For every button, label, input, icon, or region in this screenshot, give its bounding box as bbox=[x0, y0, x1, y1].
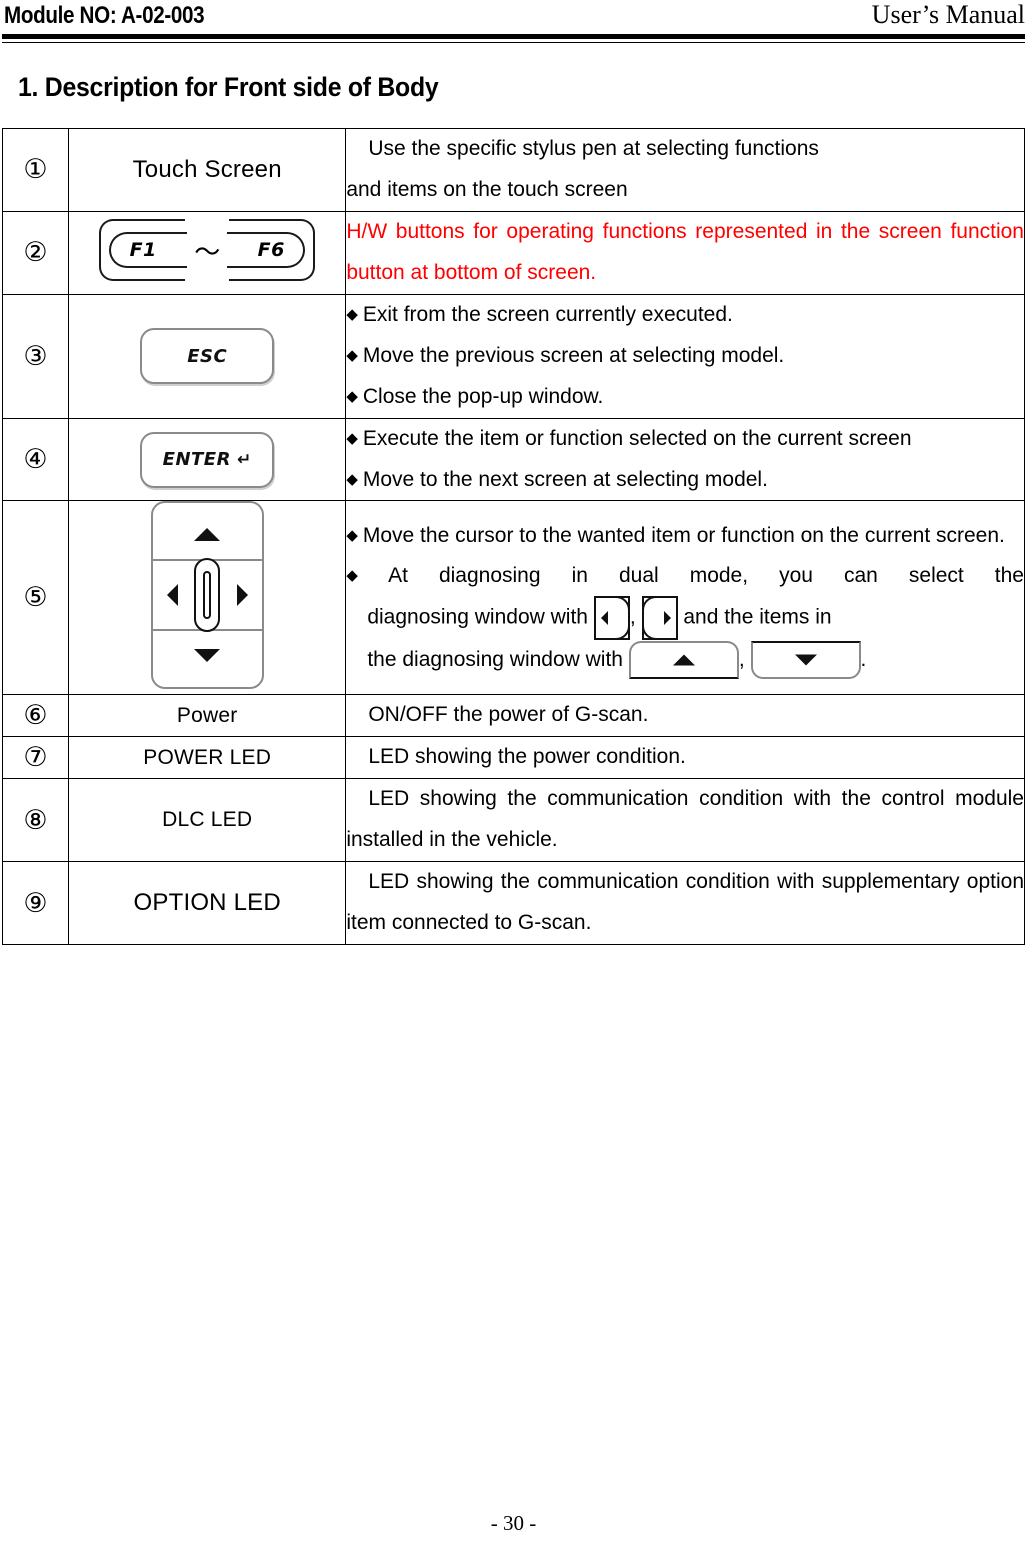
row-name: Power bbox=[68, 694, 347, 738]
desc-bullet: ◆ Move the cursor to the wanted item or f… bbox=[346, 524, 1005, 548]
esc-key-graphic: ESC bbox=[68, 293, 347, 419]
diamond-bullet-icon: ◆ bbox=[346, 429, 358, 447]
range-tilde: ～ bbox=[194, 237, 221, 268]
f6-key-icon: F6 bbox=[227, 219, 316, 282]
row-number: ⑤ bbox=[1, 500, 70, 696]
enter-key-graphic: ENTER ↵ bbox=[68, 417, 347, 502]
row-description: ◆ Move the cursor to the wanted item or f… bbox=[345, 500, 1025, 696]
desc-bullet: ◆ Exit from the screen currently executed… bbox=[346, 302, 733, 326]
enter-key-icon: ENTER ↵ bbox=[140, 431, 275, 488]
table-row: ⑨ OPTION LED LED showing the communicati… bbox=[1, 861, 1025, 946]
table-row: ① Touch Screen Use the specific stylus p… bbox=[1, 128, 1025, 212]
row-description: LED showing the communication condition … bbox=[345, 861, 1025, 946]
row-number: ① bbox=[1, 128, 70, 212]
page-number: - 30 - bbox=[490, 1511, 537, 1535]
left-arrow-button-icon bbox=[593, 595, 630, 640]
dpad-icon bbox=[150, 501, 264, 690]
row-name: DLC LED bbox=[68, 778, 347, 863]
diamond-bullet-icon: ◆ bbox=[346, 305, 358, 323]
table-row: ② F1 ～ F6 H/W buttons for operating func… bbox=[1, 210, 1025, 295]
table-row: ④ ENTER ↵ ◆ Execute the item or function s… bbox=[1, 417, 1025, 502]
row-description: LED showing the communication condition … bbox=[345, 778, 1025, 863]
row-description: H/W buttons for operating functions repr… bbox=[345, 210, 1025, 295]
desc-bullet: ◆ At diagnosing in dual mode, you can sel… bbox=[346, 563, 1024, 587]
return-arrow-icon: ↵ bbox=[236, 449, 252, 470]
row-description: ◆ Exit from the screen currently executed… bbox=[345, 293, 1025, 419]
section-title: 1. Description for Front side of Body bbox=[18, 72, 439, 102]
row-number: ④ bbox=[1, 417, 70, 502]
header-rule-thin bbox=[2, 42, 1025, 43]
manual-title: User’s Manual bbox=[871, 0, 1025, 29]
left-arrow-icon bbox=[166, 584, 178, 607]
row-number: ⑦ bbox=[1, 736, 70, 780]
header-rule-thick bbox=[2, 34, 1025, 39]
row-number: ③ bbox=[1, 293, 70, 419]
desc-line: and items on the touch screen bbox=[346, 177, 628, 201]
up-arrow-icon bbox=[194, 528, 221, 542]
front-side-description-table: ① Touch Screen Use the specific stylus p… bbox=[1, 128, 1025, 946]
right-arrow-icon bbox=[236, 584, 248, 607]
page-footer: - 30 - bbox=[0, 1511, 1027, 1536]
row-number: ⑨ bbox=[1, 861, 70, 946]
row-name: OPTION LED bbox=[68, 861, 347, 946]
desc-line: Use the specific stylus pen at selecting… bbox=[368, 137, 819, 160]
f1-key-icon: F1 bbox=[99, 219, 188, 282]
row-description: Use the specific stylus pen at selecting… bbox=[345, 128, 1025, 212]
desc-inline-line: diagnosing window with , and the items i… bbox=[346, 595, 1024, 640]
down-arrow-button-icon bbox=[750, 641, 861, 680]
desc-bullet: ◆ Move to the next screen at selecting mo… bbox=[346, 467, 768, 491]
diamond-bullet-icon: ◆ bbox=[346, 387, 358, 405]
direction-pad-graphic bbox=[68, 500, 347, 696]
center-pill-icon bbox=[194, 558, 221, 633]
row-description: LED showing the power condition. bbox=[345, 736, 1025, 780]
up-arrow-button-icon bbox=[628, 641, 739, 680]
diamond-bullet-icon: ◆ bbox=[346, 527, 358, 545]
desc-line: LED showing the power condition. bbox=[368, 745, 686, 769]
table-row: ⑥ Power ON/OFF the power of G-scan. bbox=[1, 694, 1025, 738]
right-arrow-button-icon bbox=[641, 595, 678, 640]
desc-bullet: ◆ Move the previous screen at selecting m… bbox=[346, 343, 785, 367]
module-number: Module NO: A-02-003 bbox=[4, 2, 205, 29]
desc-line: H/W buttons for operating functions repr… bbox=[346, 219, 1024, 284]
table-row: ⑤ ◆ Move the cursor to the wanted item or… bbox=[1, 500, 1025, 696]
table-row: ⑧ DLC LED LED showing the communication … bbox=[1, 778, 1025, 863]
diamond-bullet-icon: ◆ bbox=[346, 566, 384, 584]
down-arrow-icon bbox=[194, 649, 221, 663]
desc-line: LED showing the communication condition … bbox=[346, 870, 1024, 935]
row-description: ON/OFF the power of G-scan. bbox=[345, 694, 1025, 738]
desc-bullet: ◆ Close the pop-up window. bbox=[346, 384, 604, 408]
esc-key-icon: ESC bbox=[140, 328, 275, 385]
row-number: ② bbox=[1, 210, 70, 295]
row-name: Touch Screen bbox=[68, 128, 347, 212]
row-name: POWER LED bbox=[68, 736, 347, 780]
function-keys-graphic: F1 ～ F6 bbox=[68, 210, 347, 295]
row-description: ◆ Execute the item or function selected o… bbox=[345, 417, 1025, 502]
table-row: ⑦ POWER LED LED showing the power condit… bbox=[1, 736, 1025, 780]
row-number: ⑥ bbox=[1, 694, 70, 738]
diamond-bullet-icon: ◆ bbox=[346, 470, 358, 488]
row-number: ⑧ bbox=[1, 778, 70, 863]
table-row: ③ ESC ◆ Exit from the screen currently ex… bbox=[1, 293, 1025, 419]
diamond-bullet-icon: ◆ bbox=[346, 346, 358, 364]
desc-bullet: ◆ Execute the item or function selected o… bbox=[346, 426, 912, 450]
desc-line: ON/OFF the power of G-scan. bbox=[368, 703, 649, 727]
desc-inline-line: the diagnosing window with , . bbox=[346, 640, 1024, 680]
desc-line: LED showing the communication condition … bbox=[346, 787, 1024, 852]
